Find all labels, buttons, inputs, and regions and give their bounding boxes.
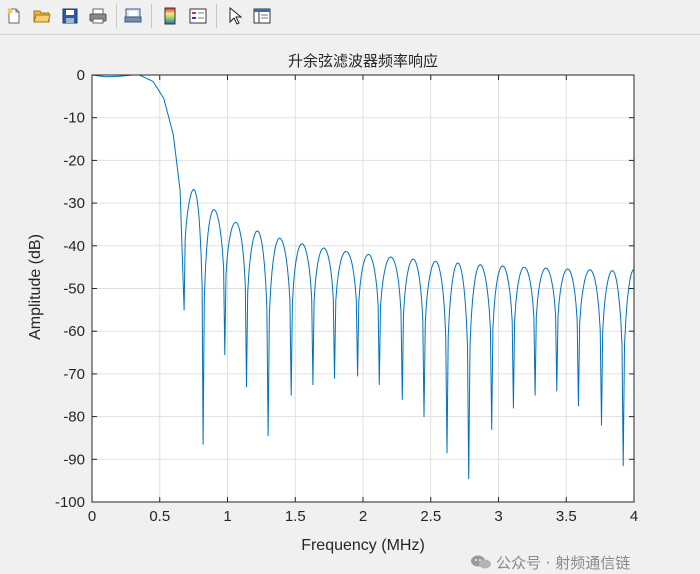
y-tick-label: -20 <box>63 152 85 169</box>
x-tick-label: 0.5 <box>149 508 170 525</box>
x-tick-label: 3 <box>494 508 502 525</box>
y-tick-label: -40 <box>63 238 85 255</box>
figure-toolbar <box>0 0 700 35</box>
y-tick-label: -50 <box>63 281 85 298</box>
x-tick-label: 1.5 <box>285 508 306 525</box>
y-tick-label: -80 <box>63 409 85 426</box>
x-tick-label: 3.5 <box>556 508 577 525</box>
x-tick-label: 4 <box>630 508 638 525</box>
x-axis-label: Frequency (MHz) <box>301 537 425 554</box>
toolbar-separator <box>216 4 217 28</box>
x-tick-label: 1 <box>223 508 231 525</box>
y-tick-label: 0 <box>77 67 85 84</box>
wechat-icon <box>470 554 492 570</box>
toolbar-separator <box>151 4 152 28</box>
x-tick-label: 0 <box>88 508 96 525</box>
y-tick-label: -60 <box>63 323 85 340</box>
x-tick-label: 2 <box>359 508 367 525</box>
colorbar-icon[interactable] <box>159 5 181 27</box>
watermark-text: 公众号 · 射频通信链 <box>496 554 631 572</box>
y-tick-label: -90 <box>63 451 85 468</box>
toolbar-separator <box>116 4 117 28</box>
pointer-icon[interactable] <box>224 5 246 27</box>
chart-title: 升余弦滤波器频率响应 <box>288 52 438 70</box>
y-tick-label: -70 <box>63 366 85 383</box>
figure-area: 0 0.5 1 1.5 2 2.5 3 3.5 4 0 -10 -20 -30 -40 -50 -60 -70 -… <box>0 35 700 572</box>
plot-canvas: 0 0.5 1 1.5 2 2.5 3 3.5 4 0 -10 -20 -30 -40 -50 -60 -70 -… <box>27 52 638 554</box>
print-preview-icon[interactable] <box>122 5 144 27</box>
watermark: 公众号 · 射频通信链 <box>470 552 630 573</box>
property-editor-icon[interactable] <box>251 5 273 27</box>
y-tick-label: -10 <box>63 110 85 127</box>
y-tick-label: -30 <box>63 195 85 212</box>
legend-icon[interactable] <box>187 5 209 27</box>
print-icon[interactable] <box>87 5 109 27</box>
x-tick-label: 2.5 <box>420 508 441 525</box>
y-tick-label: -100 <box>55 494 85 511</box>
open-file-icon[interactable] <box>31 5 53 27</box>
new-figure-icon[interactable] <box>3 5 25 27</box>
y-axis-label: Amplitude (dB) <box>27 234 44 340</box>
save-icon[interactable] <box>59 5 81 27</box>
